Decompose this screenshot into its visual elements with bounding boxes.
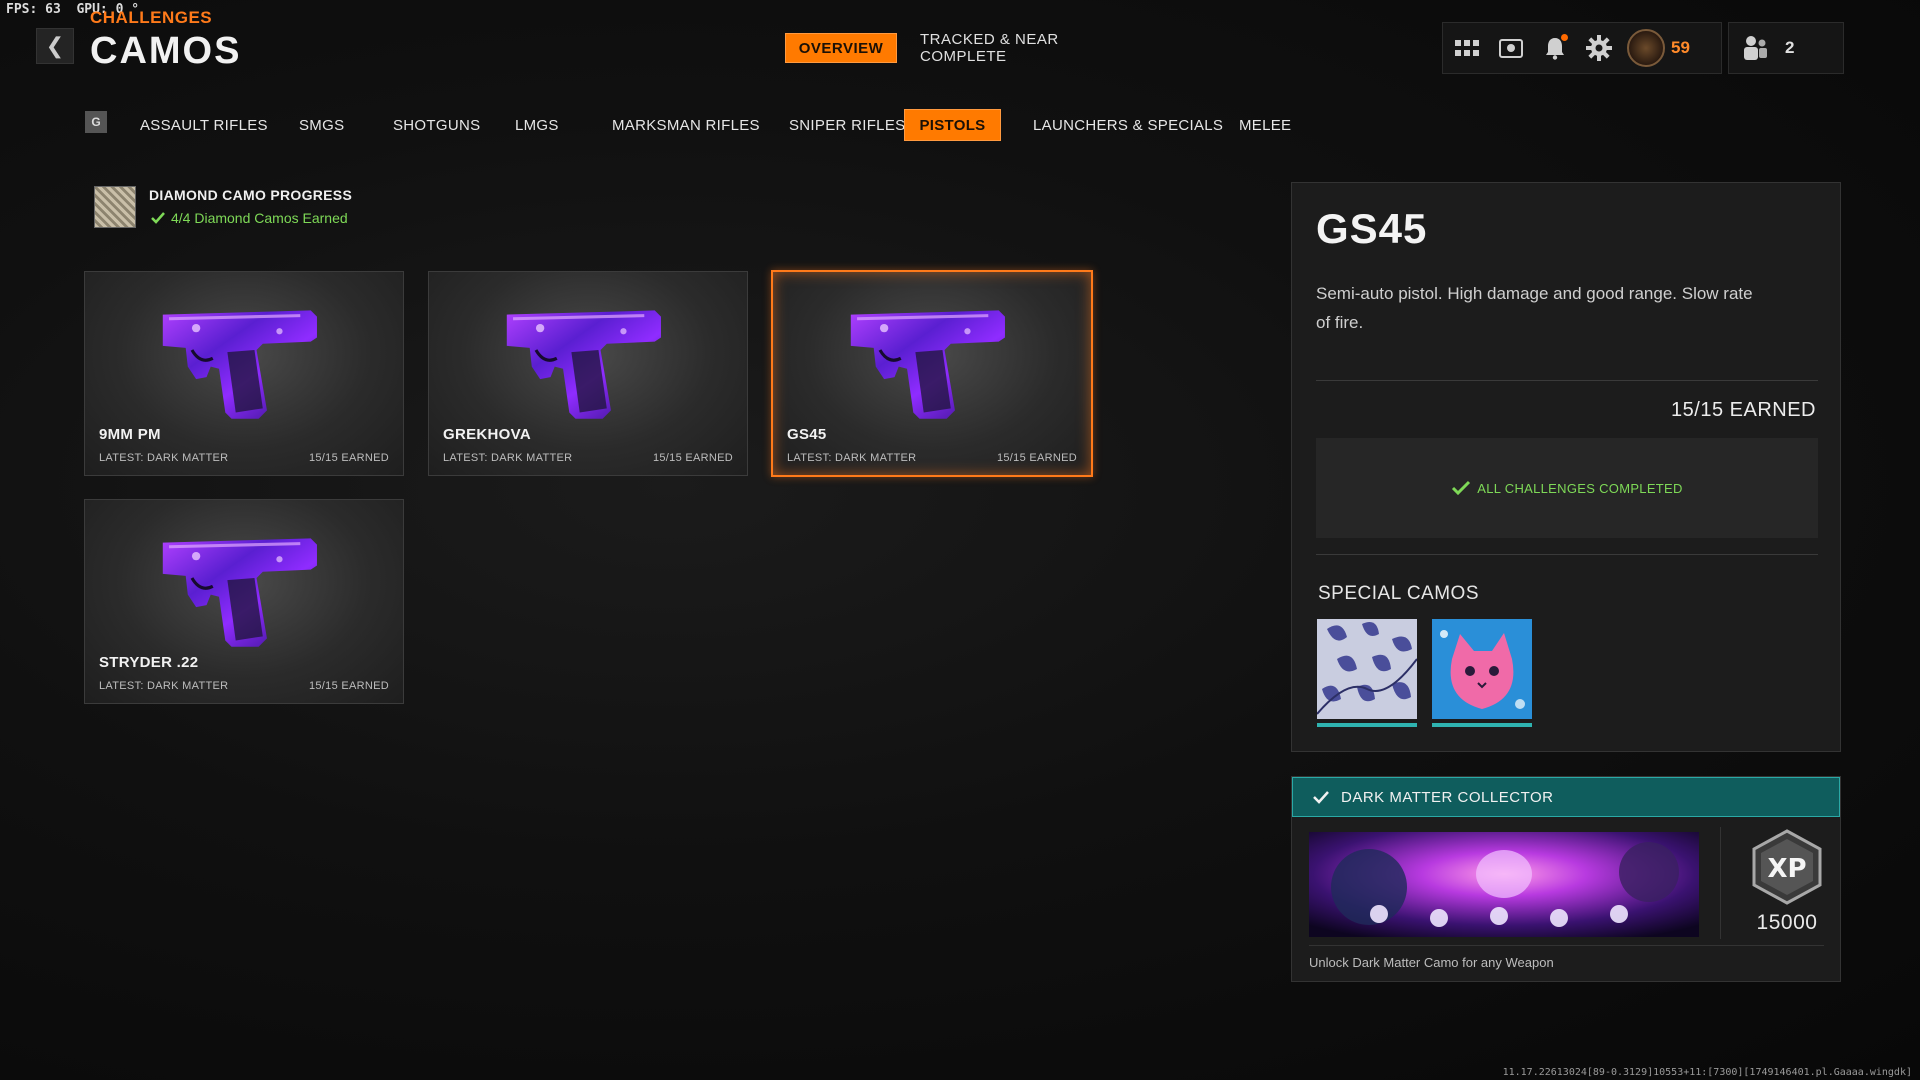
player-level-badge[interactable] — [1627, 29, 1665, 67]
weapon-name: GS45 — [787, 426, 827, 443]
weapon-latest-camo: LATEST: DARK MATTER — [443, 452, 573, 464]
back-button[interactable]: ❮ — [36, 28, 74, 64]
weapon-latest-camo: LATEST: DARK MATTER — [99, 452, 229, 464]
camo-kitty-art — [1432, 619, 1532, 719]
weapon-name: GREKHOVA — [443, 426, 531, 443]
xp-reward-value: 15000 — [1756, 911, 1818, 934]
camo-equipped-bar — [1317, 723, 1417, 727]
player-level: 59 — [1671, 38, 1690, 57]
store-icon-graphic — [1499, 39, 1523, 58]
camo-ivy-art — [1317, 619, 1417, 719]
tab-pistols[interactable]: PISTOLS — [904, 109, 1001, 141]
gear-icon[interactable] — [1583, 32, 1615, 64]
category-key-hint: G — [85, 111, 107, 133]
weapon-card-gs45[interactable]: GS45 LATEST: DARK MATTER 15/15 EARNED — [771, 270, 1093, 477]
weapon-latest-camo: LATEST: DARK MATTER — [99, 680, 229, 692]
tab-lmgs[interactable]: LMGS — [515, 109, 559, 141]
svg-text:XP: XP — [1767, 854, 1806, 884]
divider — [1316, 380, 1818, 381]
xp-icon: XP — [1742, 827, 1832, 905]
grid-menu-icon[interactable] — [1451, 32, 1483, 64]
check-icon — [1313, 790, 1329, 804]
tab-tracked-near-complete[interactable]: TRACKED & NEAR COMPLETE — [920, 31, 1120, 65]
dark-matter-artwork — [1309, 832, 1699, 937]
weapon-card-9mm-pm[interactable]: 9MM PM LATEST: DARK MATTER 15/15 EARNED — [84, 271, 404, 476]
check-icon — [1452, 480, 1471, 496]
diamond-progress-title: DIAMOND CAMO PROGRESS — [149, 187, 353, 203]
tab-smgs[interactable]: SMGS — [299, 109, 344, 141]
weapon-card-grekhova[interactable]: GREKHOVA LATEST: DARK MATTER 15/15 EARNE… — [428, 271, 748, 476]
tab-shotguns[interactable]: SHOTGUNS — [393, 109, 480, 141]
party-count: 2 — [1785, 38, 1795, 57]
tab-sniper-rifles[interactable]: SNIPER RIFLES — [789, 109, 905, 141]
weapon-card-stryder-22[interactable]: STRYDER .22 LATEST: DARK MATTER 15/15 EA… — [84, 499, 404, 704]
toolbar: 59 — [1442, 22, 1722, 74]
special-camos-title: SPECIAL CAMOS — [1318, 583, 1480, 604]
page-title: CAMOS — [90, 30, 242, 72]
weapon-image — [497, 300, 677, 425]
tab-overview[interactable]: OVERVIEW — [785, 33, 897, 63]
divider — [1309, 945, 1824, 946]
tab-assault-rifles[interactable]: ASSAULT RIFLES — [140, 109, 268, 141]
reward-artwork — [1309, 832, 1699, 937]
breadcrumb: CHALLENGES — [90, 8, 213, 27]
detail-weapon-name: GS45 — [1316, 205, 1428, 252]
weapon-earned-count: 15/15 EARNED — [308, 680, 389, 692]
store-icon[interactable] — [1495, 32, 1527, 64]
notification-dot — [1561, 34, 1568, 41]
party-icon — [1744, 36, 1767, 60]
weapon-earned-count: 15/15 EARNED — [652, 452, 733, 464]
special-camo-ivy[interactable] — [1317, 619, 1417, 729]
camo-ivy-graphic — [1317, 619, 1417, 719]
detail-earned-count: 15/15 EARNED — [1671, 399, 1816, 421]
grid-icon-graphic — [1455, 40, 1479, 56]
weapon-image — [841, 300, 1021, 425]
camo-kitty-graphic — [1432, 619, 1532, 719]
chevron-left-icon: ❮ — [45, 33, 65, 58]
special-camo-kitty[interactable] — [1432, 619, 1532, 729]
diamond-progress-status: 4/4 Diamond Camos Earned — [151, 210, 348, 226]
weapon-earned-count: 15/15 EARNED — [308, 452, 389, 464]
weapon-name: 9MM PM — [99, 426, 161, 443]
camo-equipped-bar — [1432, 723, 1532, 727]
weapon-name: STRYDER .22 — [99, 654, 199, 671]
weapon-image — [153, 300, 333, 425]
bell-icon[interactable] — [1539, 32, 1571, 64]
reward-header: DARK MATTER COLLECTOR — [1292, 777, 1840, 817]
tab-melee[interactable]: MELEE — [1239, 109, 1291, 141]
reward-panel[interactable]: DARK MATTER COLLECTOR XP 15000 Unlock Da… — [1291, 776, 1841, 982]
party-widget[interactable]: 2 — [1728, 22, 1844, 74]
challenge-status-box[interactable]: ALL CHALLENGES COMPLETED — [1316, 438, 1818, 538]
weapon-earned-count: 15/15 EARNED — [996, 452, 1077, 464]
tab-marksman-rifles[interactable]: MARKSMAN RIFLES — [612, 109, 760, 141]
gear-icon-graphic — [1586, 35, 1612, 61]
diamond-camo-thumbnail — [94, 186, 136, 228]
xp-hexagon-graphic: XP — [1752, 829, 1822, 905]
weapon-detail-panel: GS45 Semi-auto pistol. High damage and g… — [1291, 182, 1841, 752]
reward-title: DARK MATTER COLLECTOR — [1341, 788, 1554, 806]
divider — [1316, 554, 1818, 555]
weapon-latest-camo: LATEST: DARK MATTER — [787, 452, 917, 464]
detail-description: Semi-auto pistol. High damage and good r… — [1316, 284, 1753, 332]
divider — [1720, 827, 1721, 939]
check-icon — [151, 212, 165, 224]
weapon-image — [153, 528, 333, 653]
reward-description: Unlock Dark Matter Camo for any Weapon — [1309, 955, 1554, 970]
tab-launchers-specials[interactable]: LAUNCHERS & SPECIALS — [1033, 109, 1223, 141]
build-string: 11.17.22613024[89-0.3129]10553+11:[7300]… — [1502, 1067, 1912, 1078]
